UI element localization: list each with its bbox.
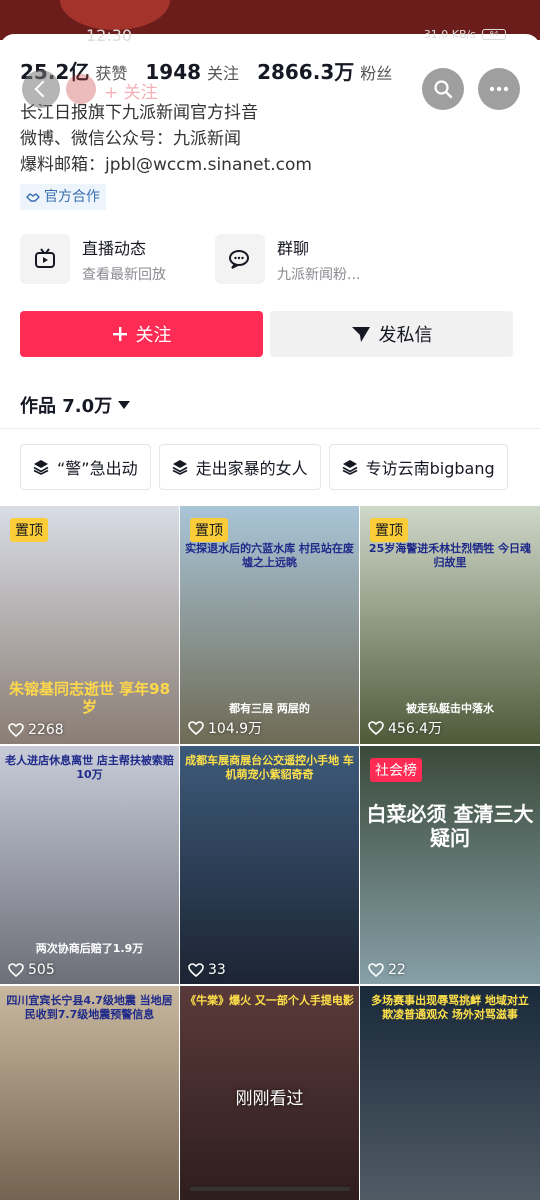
- search-button[interactable]: [422, 68, 464, 110]
- like-count: 505: [8, 962, 55, 978]
- video-grid: 朱镕基同志逝世 享年98岁 置顶 2268 实探退水后的六蓝水库 村民站在废墟之上远眺…: [0, 506, 540, 1200]
- divider: [0, 428, 540, 429]
- official-coop-tag[interactable]: 官方合作: [20, 184, 106, 210]
- layers-icon: [342, 460, 358, 475]
- search-icon: [434, 80, 453, 99]
- layers-icon: [172, 460, 187, 475]
- bio-line: 长江日报旗下九派新闻官方抖音: [20, 103, 258, 123]
- caret-down-icon: [118, 401, 131, 409]
- profile-bio: 长江日报旗下九派新闻官方抖音 微博、微信公众号：九派新闻 爆料邮箱：jpbl@w…: [20, 100, 312, 178]
- status-indicators: 31.0 KB/s 84: [424, 28, 506, 41]
- thumbnail-subtitle: 两次协商后赔了1.9万: [35, 942, 144, 955]
- thumbnail-caption: 多场赛事出现辱骂挑衅 地域对立 欺凌普通观众 场外对骂滋事: [371, 994, 529, 1021]
- network-speed: 31.0 KB/s: [423, 28, 476, 41]
- collection-chip[interactable]: 走出家暴的女人: [158, 444, 321, 490]
- collection-chip[interactable]: “警”急出动: [20, 444, 151, 490]
- following-label[interactable]: 关注: [207, 60, 239, 84]
- recently-viewed-label: 刚刚看过: [235, 1089, 304, 1109]
- thumbnail-subtitle: 被走私艇击中落水: [406, 702, 494, 715]
- like-count-value: 505: [28, 962, 55, 978]
- more-button[interactable]: [478, 68, 520, 110]
- tv-icon: [20, 234, 70, 284]
- header-follow-button[interactable]: + 关注: [104, 78, 158, 103]
- thumbnail-caption: 实探退水后的六蓝水库 村民站在废墟之上远眺: [185, 542, 354, 569]
- like-count: 456.4万: [368, 718, 442, 738]
- status-time: 12:30: [86, 26, 133, 45]
- thumbnail-subtitle: 都有三层 两层的: [229, 702, 310, 715]
- avatar[interactable]: [66, 74, 96, 104]
- thumbnail-subtitle: 朱镕基同志逝世 享年98岁: [8, 680, 171, 716]
- like-count-value: 456.4万: [388, 721, 443, 737]
- video-thumbnail[interactable]: 四川宜宾长宁县4.7级地震 当地居民收到7.7级地震预警信息: [0, 986, 179, 1200]
- heart-outline-icon: [188, 721, 204, 735]
- follow-label: 关注: [135, 325, 172, 346]
- group-chat-entry[interactable]: 群聊 九派新闻粉...: [215, 234, 360, 284]
- live-entry-subtitle: 查看最新回放: [82, 266, 166, 283]
- thumbnail-caption: 四川宜宾长宁县4.7级地震 当地居民收到7.7级地震预警信息: [6, 994, 173, 1021]
- like-count: 2268: [8, 722, 64, 738]
- thumbnail-caption: 白菜必须 查清三大疑问: [366, 802, 534, 850]
- like-count: 104.9万: [188, 718, 262, 738]
- group-chat-subtitle: 九派新闻粉...: [277, 266, 361, 283]
- ranking-badge: 社会榜: [370, 758, 422, 782]
- message-button[interactable]: 发私信: [270, 311, 513, 357]
- collection-label: 专访云南bigbang: [365, 459, 495, 478]
- like-count-value: 22: [388, 962, 406, 978]
- plus-icon: [112, 327, 127, 341]
- pinned-badge: 置顶: [190, 518, 228, 542]
- home-indicator: [190, 1187, 350, 1191]
- layers-icon: [33, 460, 49, 475]
- pinned-badge: 置顶: [370, 518, 408, 542]
- video-thumbnail[interactable]: 多场赛事出现辱骂挑衅 地域对立 欺凌普通观众 场外对骂滋事: [360, 986, 540, 1200]
- collection-chip[interactable]: 专访云南bigbang: [328, 444, 508, 490]
- pinned-badge: 置顶: [10, 518, 48, 542]
- live-entry-title: 直播动态: [82, 238, 147, 258]
- thumbnail-caption: 25岁海警进禾林壮烈牺牲 今日魂归故里: [368, 542, 532, 569]
- collection-label: 走出家暴的女人: [195, 459, 308, 478]
- like-count: 33: [188, 962, 226, 978]
- collection-label: “警”急出动: [57, 459, 138, 478]
- thumbnail-caption: 《牛棠》爆火 又一部个人手提电影: [185, 994, 354, 1007]
- status-bar: 12:30 31.0 KB/s 84: [0, 26, 540, 48]
- followers-label[interactable]: 粉丝: [360, 60, 392, 84]
- official-coop-label: 官方合作: [44, 189, 100, 205]
- send-icon: [351, 327, 370, 342]
- bio-line: 爆料邮箱：jpbl@wccm.sinanet.com: [20, 155, 312, 175]
- heart-outline-icon: [188, 963, 204, 977]
- video-thumbnail[interactable]: 白菜必须 查清三大疑问 社会榜 22: [360, 746, 540, 984]
- live-entry[interactable]: 直播动态 查看最新回放: [20, 234, 166, 284]
- like-count-value: 33: [208, 962, 226, 978]
- video-thumbnail[interactable]: 成都车展商展台公交遥控小手地 车机萌宠小紫貂奇奇 33: [180, 746, 359, 984]
- handshake-icon: [26, 193, 40, 202]
- collections-row: “警”急出动 走出家暴的女人 专访云南bigbang: [20, 444, 508, 490]
- like-count: 22: [368, 962, 406, 978]
- group-chat-title: 群聊: [277, 238, 310, 258]
- more-icon: [489, 86, 509, 92]
- heart-outline-icon: [8, 723, 24, 737]
- followers-count[interactable]: 2866.3万: [257, 56, 354, 85]
- video-thumbnail[interactable]: 老人进店休息离世 店主帮扶被索赔10万两次协商后赔了1.9万 505: [0, 746, 179, 984]
- works-tab[interactable]: 作品 7.0万: [20, 392, 131, 418]
- bio-line: 微博、微信公众号：九派新闻: [20, 129, 241, 149]
- heart-outline-icon: [368, 963, 384, 977]
- chat-bubble-icon: [215, 234, 265, 284]
- heart-outline-icon: [368, 721, 384, 735]
- message-label: 发私信: [378, 325, 433, 346]
- heart-outline-icon: [8, 963, 24, 977]
- back-button[interactable]: [22, 70, 60, 108]
- video-thumbnail[interactable]: 实探退水后的六蓝水库 村民站在废墟之上远眺都有三层 两层的 置顶 104.9万: [180, 506, 359, 744]
- thumbnail-caption: 成都车展商展台公交遥控小手地 车机萌宠小紫貂奇奇: [185, 754, 354, 781]
- thumbnail-caption: 老人进店休息离世 店主帮扶被索赔10万: [5, 754, 174, 781]
- video-thumbnail[interactable]: 25岁海警进禾林壮烈牺牲 今日魂归故里被走私艇击中落水 置顶 456.4万: [360, 506, 540, 744]
- battery-icon: 84: [482, 29, 506, 40]
- follow-button[interactable]: 关注: [20, 311, 263, 357]
- video-thumbnail[interactable]: 朱镕基同志逝世 享年98岁 置顶 2268: [0, 506, 179, 744]
- like-count-value: 2268: [28, 722, 64, 738]
- video-thumbnail[interactable]: 《牛棠》爆火 又一部个人手提电影刚刚看过: [180, 986, 359, 1200]
- like-count-value: 104.9万: [208, 721, 263, 737]
- works-label: 作品 7.0万: [20, 396, 113, 417]
